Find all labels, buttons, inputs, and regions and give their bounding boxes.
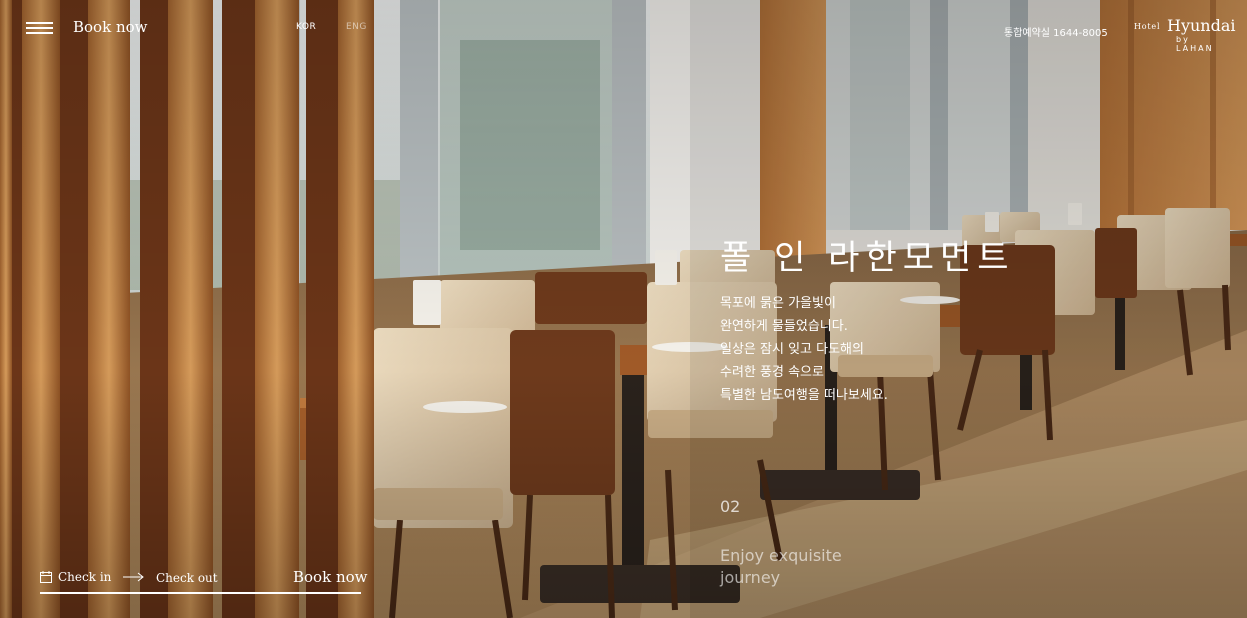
arrow-right-icon [123,572,144,582]
logo-brand-text: Hyundai [1167,16,1236,35]
language-eng-link[interactable]: ENG [346,22,367,32]
reservation-phone: 통합예약실 1644-8005 [1004,28,1108,39]
hero-line: 특별한 남도여행을 떠나보세요. [720,388,888,403]
booking-bar-underline [40,592,361,594]
calendar-icon [40,571,52,583]
hero-line: 완연하게 물들었습니다. [720,319,848,334]
slide-caption-line: Enjoy exquisite [720,546,842,565]
hero-line: 목포에 묽은 가을빛이 [720,296,836,311]
logo-by-text: by LAHAN [1176,35,1214,53]
hero-background-photo [0,0,1247,618]
slide-caption-line: journey [720,568,781,587]
slide-caption: Enjoy exquisite journey [720,545,842,589]
check-in-button[interactable]: Check in [40,570,111,584]
menu-icon[interactable] [26,20,53,36]
check-in-label: Check in [58,570,112,584]
hero-description: 목포에 묽은 가을빛이 완연하게 물들었습니다. 일상은 잠시 잊고 다도해의 … [720,292,888,407]
language-kor-link[interactable]: KOR [296,22,316,32]
logo-hotel-text: Hotel [1134,22,1161,31]
hero-title: 폴 인 라한모먼트 [720,238,1015,278]
hotel-logo[interactable]: Hotel Hyundai by LAHAN [1134,16,1236,53]
check-out-button[interactable]: Check out [156,571,218,585]
booking-bar-book-now-button[interactable]: Book now [293,568,367,586]
hero-line: 일상은 잠시 잊고 다도해의 [720,342,864,357]
hero-line: 수려한 풍경 속으로 [720,365,824,380]
header-book-now-button[interactable]: Book now [73,18,147,36]
slide-number: 02 [720,497,741,516]
